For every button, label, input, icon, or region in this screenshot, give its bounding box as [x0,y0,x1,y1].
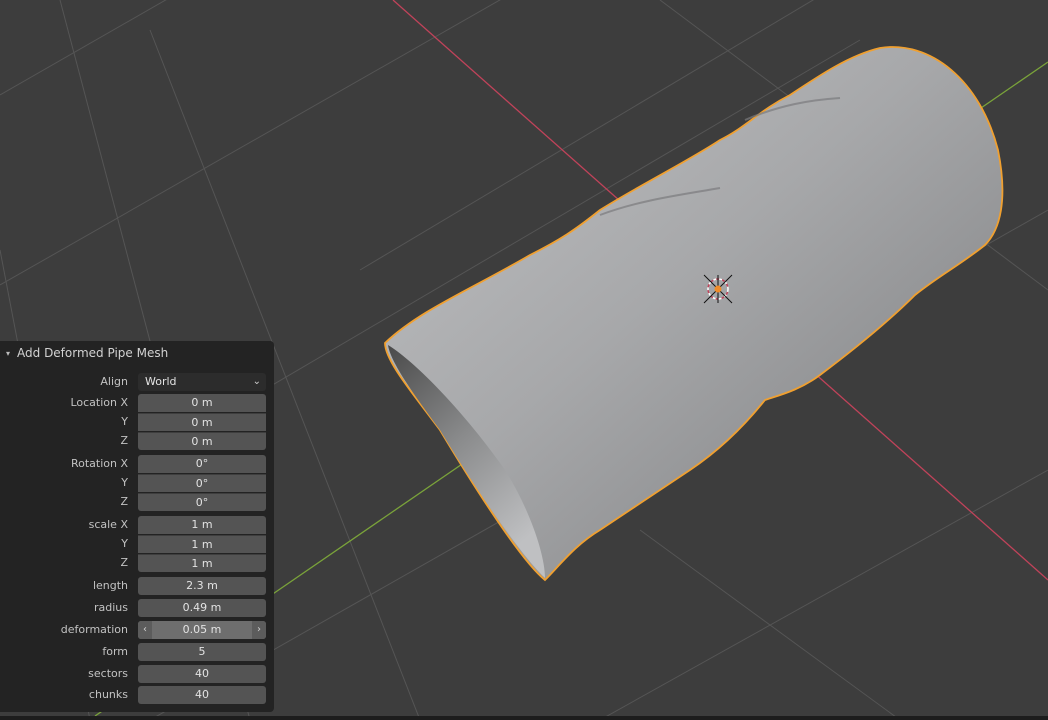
radius-label: radius [93,601,128,614]
sectors-row: sectors 40 [0,665,274,683]
location-z-row: Z 0 m [0,432,274,450]
chunks-row: chunks 40 [0,686,274,704]
location-z-field[interactable]: 0 m [138,432,266,450]
align-value: World [145,375,177,388]
chevron-down-icon: ⌄ [252,376,261,387]
deformation-label: deformation [60,623,128,636]
collapse-triangle-icon[interactable]: ▾ [6,349,10,358]
location-y-row: Y 0 m [0,413,274,431]
scale-y-field[interactable]: 1 m [138,535,266,553]
form-field[interactable]: 5 [138,643,266,661]
rotation-x-label: Rotation X [70,457,128,470]
deformed-pipe-mesh[interactable] [384,46,1004,582]
scale-z-row: Z 1 m [0,554,274,572]
panel-header[interactable]: ▾ Add Deformed Pipe Mesh [0,341,274,365]
rotation-x-field[interactable]: 0° [138,455,266,473]
deformation-field[interactable]: ‹ 0.05 m › [138,621,266,639]
length-label: length [92,579,128,592]
rotation-z-field[interactable]: 0° [138,493,266,511]
location-y-field[interactable]: 0 m [138,413,266,431]
length-row: length 2.3 m [0,577,274,595]
location-x-label: Location X [70,396,128,409]
radius-row: radius 0.49 m [0,599,274,617]
align-row: Align World ⌄ [0,373,274,391]
scale-z-field[interactable]: 1 m [138,554,266,572]
scale-x-row: scale X 1 m [0,516,274,534]
location-z-label: Z [120,434,128,447]
rotation-x-row: Rotation X 0° [0,455,274,473]
chunks-field[interactable]: 40 [138,686,266,704]
scale-x-field[interactable]: 1 m [138,516,266,534]
sectors-field[interactable]: 40 [138,665,266,683]
rotation-z-label: Z [120,495,128,508]
align-dropdown[interactable]: World ⌄ [138,373,266,391]
location-y-label: Y [121,415,128,428]
scale-z-label: Z [120,556,128,569]
length-field[interactable]: 2.3 m [138,577,266,595]
bottom-border [0,716,1048,720]
location-x-row: Location X 0 m [0,394,274,412]
rotation-y-field[interactable]: 0° [138,474,266,492]
redo-last-panel: ▾ Add Deformed Pipe Mesh Align World ⌄ L… [0,341,274,712]
3d-cursor-icon[interactable] [703,274,733,304]
sectors-label: sectors [88,667,128,680]
pipe-surface [384,46,1004,582]
align-label: Align [100,375,128,388]
increment-arrow-icon[interactable]: › [252,621,266,639]
location-x-field[interactable]: 0 m [138,394,266,412]
scale-y-row: Y 1 m [0,535,274,553]
form-row: form 5 [0,643,274,661]
rotation-z-row: Z 0° [0,493,274,511]
decrement-arrow-icon[interactable]: ‹ [138,621,152,639]
deformation-value: 0.05 m [182,623,222,636]
deformation-row: deformation ‹ 0.05 m › [0,621,274,639]
rotation-y-row: Y 0° [0,474,274,492]
chunks-label: chunks [88,688,128,701]
panel-title: Add Deformed Pipe Mesh [17,346,169,360]
scale-y-label: Y [121,537,128,550]
radius-field[interactable]: 0.49 m [138,599,266,617]
form-label: form [102,645,128,658]
scale-x-label: scale X [88,518,128,531]
rotation-y-label: Y [121,476,128,489]
